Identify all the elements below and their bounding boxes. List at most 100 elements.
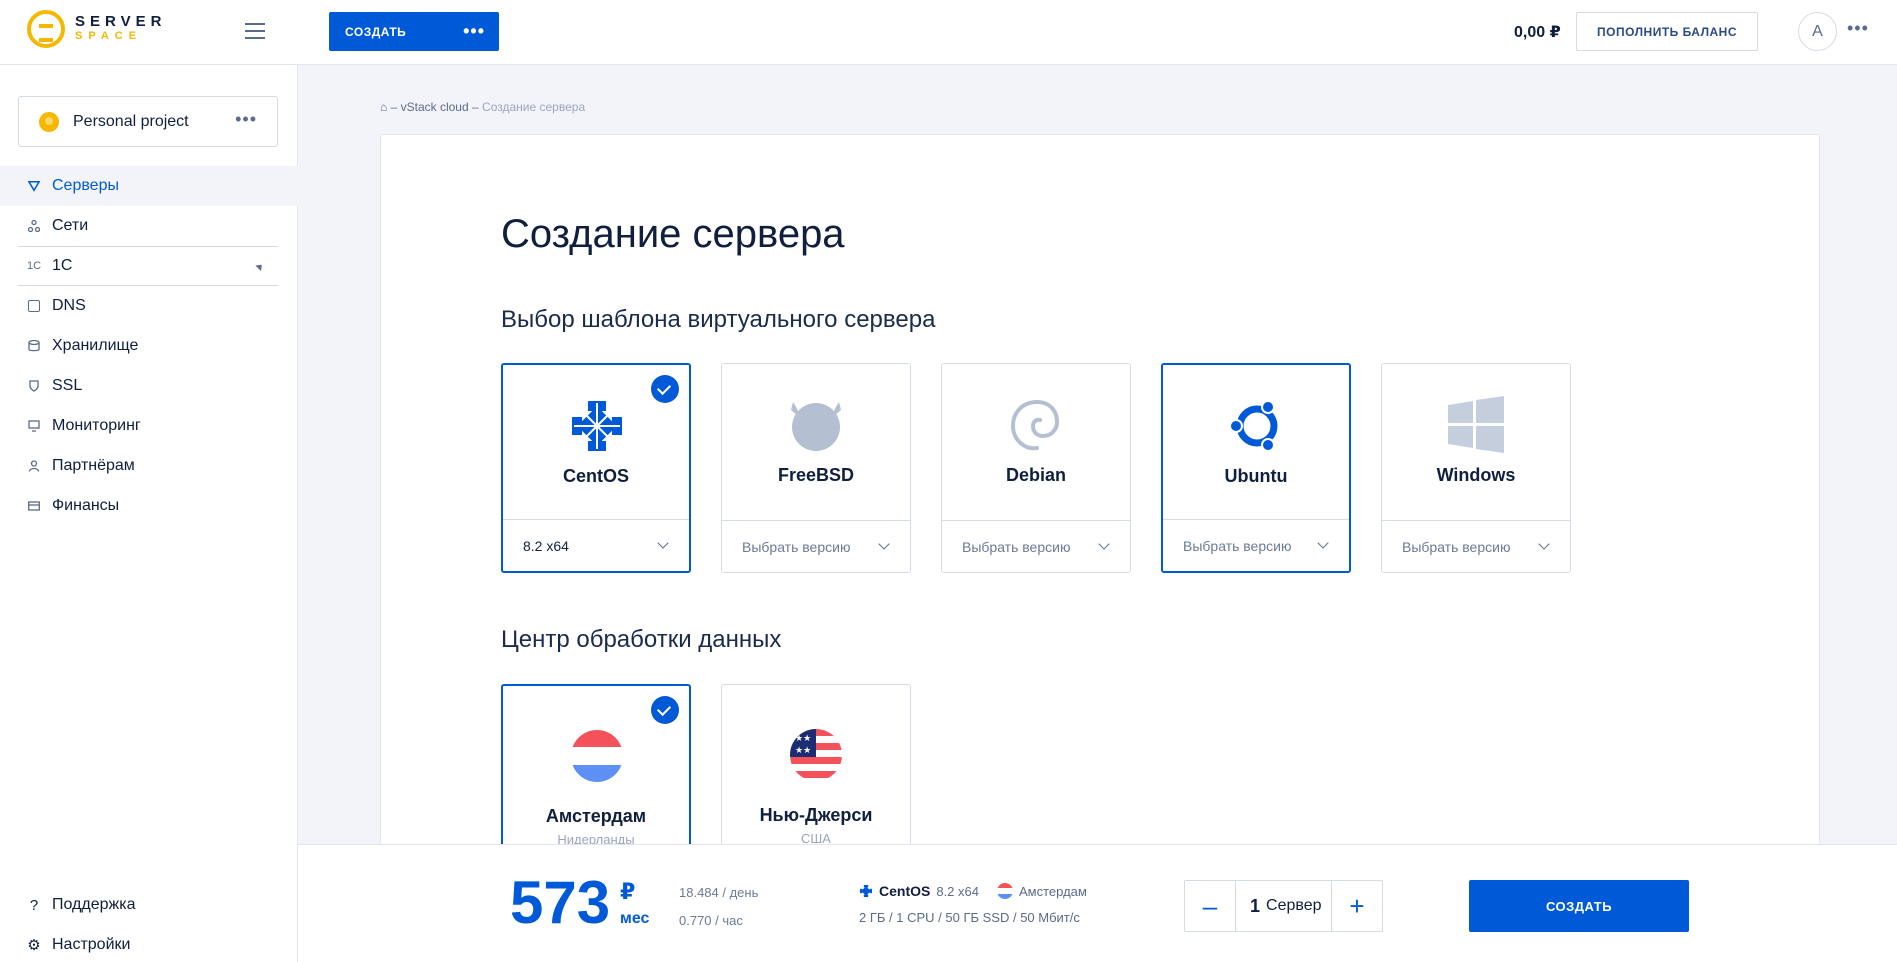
top-header: SERVER SPACE СОЗДАТЬ ••• 0,00 ₽ ПОПОЛНИТ…	[0, 0, 1897, 65]
price-currency: ₽	[620, 879, 636, 904]
os-version-placeholder: Выбрать версию	[1402, 538, 1511, 555]
os-name: Windows	[1436, 465, 1516, 485]
os-card-windows[interactable]: Windows Выбрать версию	[1381, 363, 1571, 573]
sidebar-bottom-links: ? Поддержка ⚙ Настройки	[0, 885, 298, 962]
os-version-select[interactable]: Выбрать версию	[1163, 519, 1349, 571]
sidebar-item-label: DNS	[52, 297, 86, 314]
sidebar-item-label: Партнёрам	[52, 457, 135, 474]
summary-specs: 2 ГБ / 1 CPU / 50 ГБ SSD / 50 Мбит/с	[859, 910, 1080, 925]
ubuntu-logo-icon	[1229, 400, 1278, 452]
hamburger-menu-icon[interactable]	[245, 23, 265, 39]
summary-datacenter: Амстердам	[1019, 883, 1087, 899]
sidebar-item-label: 1С	[52, 257, 73, 274]
centos-logo-icon	[572, 401, 622, 451]
price-period: мес	[620, 910, 650, 927]
os-version-select[interactable]: 8.2 x64	[503, 519, 689, 571]
partner-icon	[28, 460, 40, 472]
os-name: Ubuntu	[1224, 466, 1288, 486]
os-version-select[interactable]: Выбрать версию	[722, 520, 910, 572]
sidebar-item-label: Поддержка	[52, 896, 136, 913]
datacenter-section-title: Центр обработки данных	[501, 626, 782, 653]
os-version-placeholder: Выбрать версию	[1183, 537, 1292, 554]
sidebar-item-servers[interactable]: Серверы	[0, 166, 298, 206]
serverspace-logo[interactable]: SERVER SPACE	[27, 10, 166, 48]
more-dots-icon[interactable]: •••	[463, 21, 485, 42]
sidebar-item-networks[interactable]: Сети	[0, 206, 298, 246]
os-version-select[interactable]: Выбрать версию	[1382, 520, 1570, 572]
sidebar-item-label: Серверы	[52, 177, 119, 194]
chevron-down-icon	[878, 538, 890, 550]
user-more-icon[interactable]: •••	[1847, 18, 1869, 39]
sidebar-item-partners[interactable]: Партнёрам	[0, 446, 298, 486]
freebsd-logo-icon	[791, 402, 841, 451]
sidebar-item-monitoring[interactable]: Мониторинг	[0, 406, 298, 446]
breadcrumb-home-icon[interactable]: ⌂	[380, 100, 387, 114]
project-avatar-icon	[39, 111, 59, 132]
config-summary: CentOS 8.2 x64 Амстердам	[859, 883, 1087, 899]
sidebar-item-label: Настройки	[52, 936, 131, 953]
usa-flag-icon: ★★ ★★	[790, 729, 842, 781]
create-menu-button[interactable]: СОЗДАТЬ •••	[329, 12, 499, 51]
project-selector[interactable]: Personal project •••	[18, 96, 278, 147]
os-version-value: 8.2 x64	[523, 537, 569, 554]
topup-balance-button[interactable]: ПОПОЛНИТЬ БАЛАНС	[1576, 12, 1758, 51]
dns-icon	[28, 300, 40, 312]
os-card-debian[interactable]: Debian Выбрать версию	[941, 363, 1131, 573]
sidebar: Personal project ••• Серверы Сети 1C 1С …	[0, 65, 298, 962]
os-version-placeholder: Выбрать версию	[962, 538, 1071, 555]
sidebar-item-finance[interactable]: Финансы	[0, 486, 298, 526]
ssl-shield-icon	[28, 380, 40, 392]
os-name: Debian	[1005, 465, 1066, 485]
sidebar-item-ssl[interactable]: SSL	[0, 366, 298, 406]
sidebar-item-1c[interactable]: 1C 1С	[18, 246, 278, 286]
os-name: FreeBSD	[777, 465, 855, 485]
increment-button[interactable]: +	[1332, 881, 1382, 931]
network-icon	[28, 220, 40, 232]
chevron-down-icon	[1538, 538, 1550, 550]
breadcrumb-vstack-link[interactable]: vStack cloud	[401, 100, 469, 114]
svg-text:★★: ★★	[795, 746, 811, 756]
os-card-ubuntu[interactable]: Ubuntu Выбрать версию	[1161, 363, 1351, 573]
logo-mark-icon	[27, 10, 65, 48]
finance-card-icon	[28, 500, 40, 512]
page-title: Создание сервера	[501, 212, 845, 256]
help-icon: ?	[29, 896, 39, 914]
sidebar-item-label: Финансы	[52, 497, 120, 514]
sidebar-item-storage[interactable]: Хранилище	[0, 326, 298, 366]
breadcrumb-current: Создание сервера	[482, 100, 586, 114]
one-c-icon: 1C	[26, 260, 42, 272]
svg-text:★★: ★★	[795, 734, 811, 744]
os-card-centos[interactable]: CentOS 8.2 x64	[501, 363, 691, 573]
windows-logo-icon	[1448, 396, 1504, 453]
decrement-button[interactable]: –	[1185, 881, 1235, 931]
logo-text-server: SERVER	[75, 13, 167, 30]
project-more-icon[interactable]: •••	[235, 109, 257, 130]
datacenter-card-new-jersey[interactable]: ★★ ★★ Нью-Джерси США	[721, 684, 911, 854]
selected-check-icon	[651, 375, 679, 403]
expand-caret-icon[interactable]	[255, 261, 265, 272]
price-per-hour: 0.770 / час	[679, 913, 743, 928]
create-menu-label: СОЗДАТЬ	[345, 24, 407, 39]
netherlands-flag-icon	[571, 730, 623, 782]
user-avatar[interactable]: A	[1798, 12, 1837, 51]
os-version-select[interactable]: Выбрать версию	[942, 520, 1130, 572]
chevron-down-icon	[1098, 538, 1110, 550]
storage-icon	[28, 340, 40, 352]
os-card-freebsd[interactable]: FreeBSD Выбрать версию	[721, 363, 911, 573]
order-summary-bar: 573 ₽ мес 18.484 / день 0.770 / час Cent…	[298, 844, 1897, 962]
datacenter-name: Амстердам	[545, 806, 647, 826]
breadcrumb: ⌂ – vStack cloud – Создание сервера	[380, 100, 586, 114]
selected-check-icon	[651, 696, 679, 724]
sidebar-item-settings[interactable]: ⚙ Настройки	[0, 925, 298, 962]
datacenter-card-amsterdam[interactable]: Амстердам Нидерланды	[501, 684, 691, 854]
template-section-title: Выбор шаблона виртуального сервера	[501, 306, 936, 333]
sidebar-item-support[interactable]: ? Поддержка	[0, 885, 298, 925]
summary-os: CentOS	[879, 883, 931, 899]
os-name: CentOS	[562, 466, 629, 486]
sidebar-item-dns[interactable]: DNS	[0, 286, 298, 326]
chevron-down-icon	[657, 537, 669, 549]
summary-version: 8.2 x64	[936, 883, 979, 899]
gear-icon: ⚙	[27, 937, 41, 954]
create-server-button[interactable]: СОЗДАТЬ	[1469, 880, 1689, 932]
quantity-field[interactable]: 1 Сервер	[1235, 881, 1332, 931]
